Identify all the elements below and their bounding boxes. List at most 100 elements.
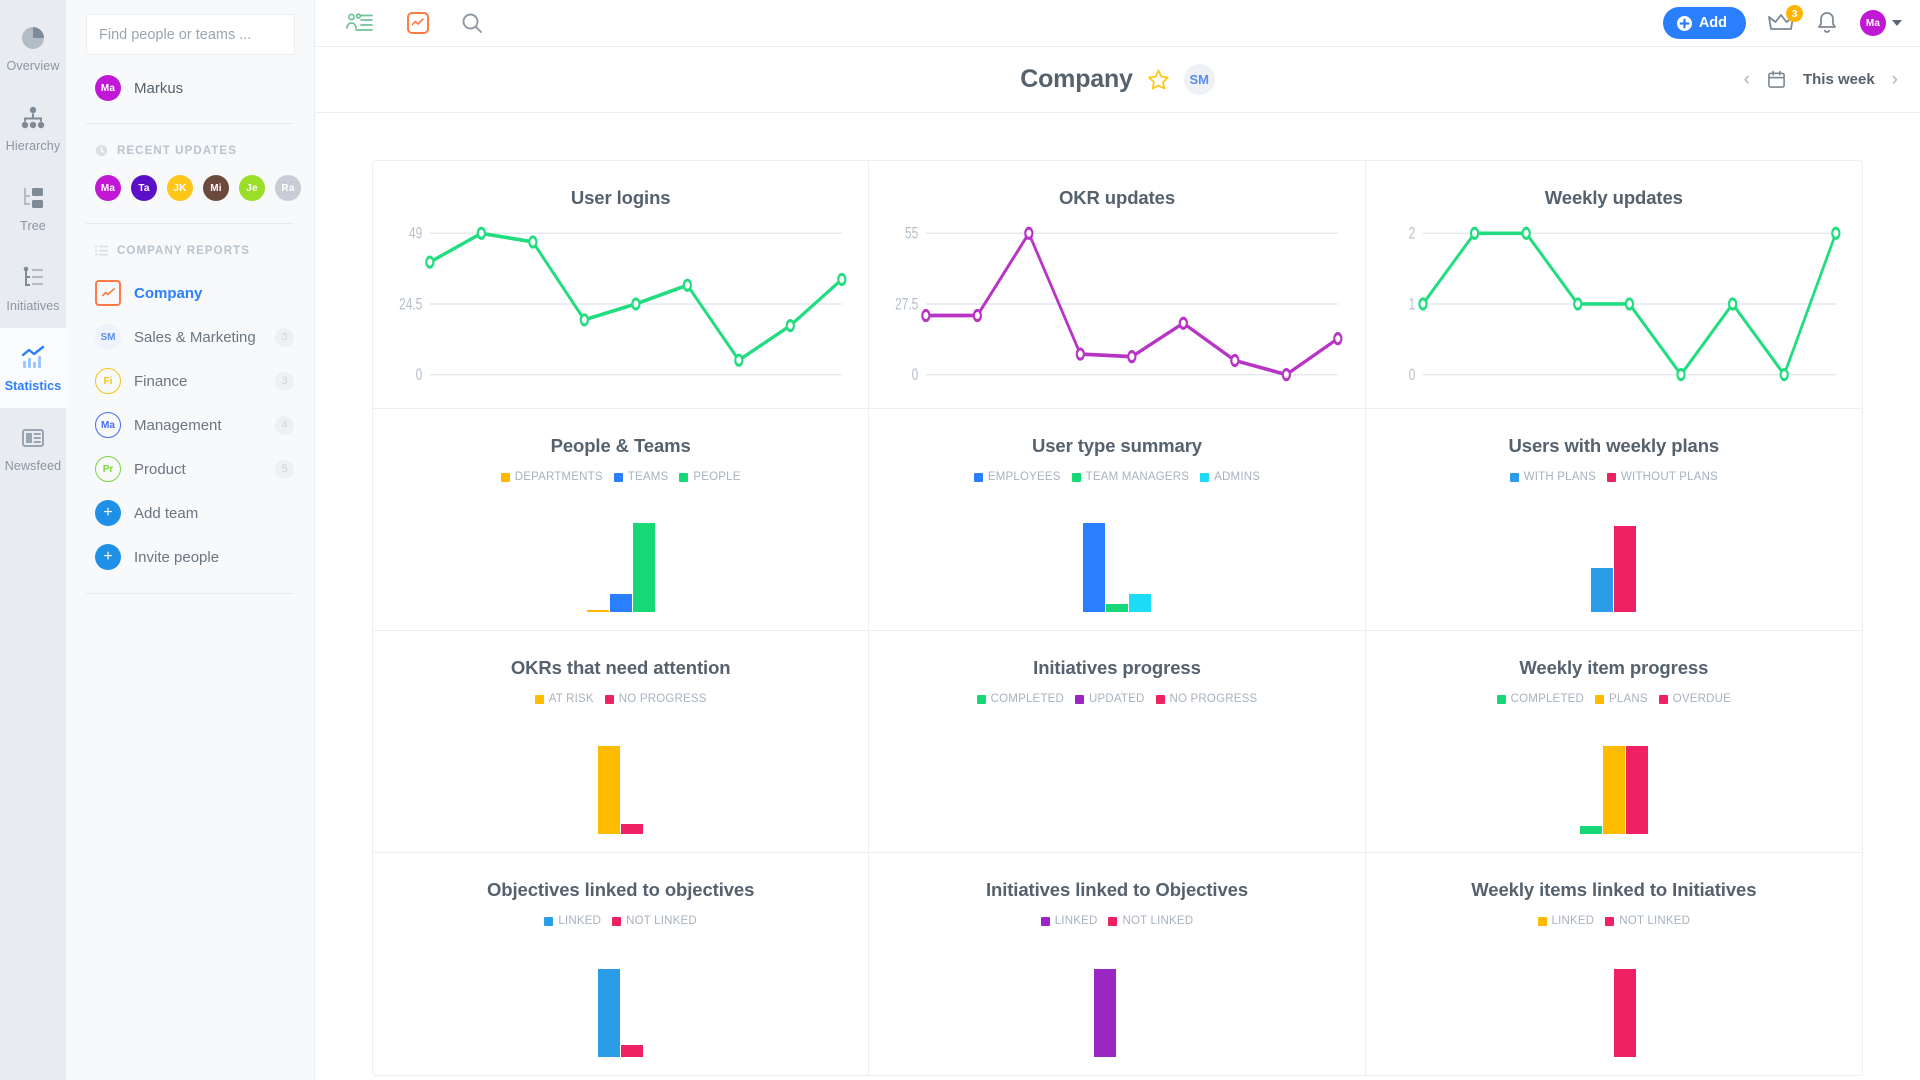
chart-title: OKR updates	[1058, 187, 1176, 208]
data-point[interactable]	[1024, 226, 1034, 240]
report-item-finance[interactable]: Fi Finance 3	[86, 359, 294, 403]
bar[interactable]	[1128, 594, 1151, 612]
legend-item: LINKED	[1040, 915, 1098, 927]
bar[interactable]	[1082, 523, 1105, 612]
bar[interactable]	[1094, 969, 1117, 1057]
data-point[interactable]	[837, 272, 847, 287]
avatar[interactable]: SM	[1183, 64, 1215, 95]
avatar[interactable]: Mi	[203, 175, 229, 201]
data-point[interactable]	[1076, 347, 1086, 361]
bar[interactable]	[598, 746, 621, 834]
star-icon[interactable]	[1146, 68, 1171, 92]
rail-item-newsfeed[interactable]: Newsfeed	[0, 408, 66, 488]
dashboard-scroll[interactable]: User logins 0 24.5 49 OKR updates 0 27.5 55 Week…	[315, 113, 1920, 1080]
y-axis-tick: 0	[416, 366, 423, 384]
bar[interactable]	[1602, 746, 1625, 834]
data-point[interactable]	[785, 318, 795, 333]
rail-item-tree[interactable]: Tree	[0, 168, 66, 248]
bar[interactable]	[1591, 568, 1614, 612]
bar[interactable]	[621, 824, 644, 834]
avatar[interactable]: Ta	[131, 175, 157, 201]
data-point[interactable]	[1572, 297, 1583, 311]
calendar-icon[interactable]	[1767, 70, 1786, 89]
notifications-bell-icon[interactable]	[1816, 11, 1838, 35]
data-point[interactable]	[631, 297, 641, 311]
sidebar: Find people or teams ... Ma Markus RECEN…	[66, 0, 315, 1080]
data-point[interactable]	[1469, 226, 1479, 240]
legend-swatch	[973, 472, 983, 482]
legend-item: NOT LINKED	[612, 915, 697, 927]
avatar[interactable]: Ra	[275, 175, 301, 201]
bar[interactable]	[1625, 746, 1648, 834]
add-team-button[interactable]: + Add team	[86, 491, 294, 535]
report-item-product[interactable]: Pr Product 5	[86, 447, 294, 491]
bar[interactable]	[586, 610, 609, 612]
data-point[interactable]	[682, 278, 692, 292]
avatar[interactable]: Je	[239, 175, 265, 201]
data-point[interactable]	[1281, 368, 1292, 382]
bar[interactable]	[1579, 826, 1602, 834]
data-point[interactable]	[528, 235, 538, 249]
search-input[interactable]: Find people or teams ...	[86, 14, 295, 55]
legend-label: TEAMS	[627, 471, 669, 483]
invite-people-button[interactable]: + Invite people	[86, 535, 294, 579]
chart-title: Weekly item progress	[1519, 657, 1709, 678]
report-item-company[interactable]: Company	[86, 271, 294, 315]
bar[interactable]	[609, 594, 632, 612]
data-point[interactable]	[476, 226, 487, 240]
avatar[interactable]: JK	[167, 175, 193, 201]
data-point[interactable]	[1675, 368, 1686, 382]
avatar[interactable]: Ma	[95, 175, 121, 201]
y-axis-tick: 55	[905, 225, 918, 243]
legend-item: UPDATED	[1075, 693, 1145, 705]
user-menu[interactable]: Ma	[1860, 10, 1902, 36]
rail-item-initiatives[interactable]: Initiatives	[0, 248, 66, 328]
data-point[interactable]	[1179, 316, 1189, 330]
data-point[interactable]	[1127, 350, 1137, 364]
bar[interactable]	[598, 969, 621, 1057]
rail-item-statistics[interactable]: Statistics	[0, 328, 66, 408]
data-point[interactable]	[1521, 226, 1531, 240]
bar[interactable]	[632, 523, 655, 612]
sidebar-actions: + Add team + Invite people	[86, 491, 294, 579]
search-icon[interactable]	[461, 12, 483, 34]
data-point[interactable]	[921, 308, 931, 323]
chart-card: Weekly updates 0 1 2	[1365, 161, 1862, 409]
rail-item-overview[interactable]: Overview	[0, 8, 66, 88]
data-point[interactable]	[1624, 297, 1634, 311]
data-point[interactable]	[1417, 297, 1428, 311]
bar[interactable]	[1614, 526, 1637, 612]
data-point[interactable]	[1727, 297, 1737, 311]
legend-label: NOT LINKED	[1619, 915, 1691, 927]
data-point[interactable]	[973, 308, 983, 323]
legend-swatch	[534, 694, 544, 704]
bar[interactable]	[1105, 604, 1128, 612]
current-user-row[interactable]: Ma Markus	[86, 55, 294, 123]
data-point[interactable]	[734, 353, 744, 367]
line-chart: 0 24.5 49	[393, 221, 848, 390]
data-point[interactable]	[1830, 226, 1841, 240]
legend-label: UPDATED	[1089, 693, 1145, 705]
report-square-icon[interactable]	[407, 12, 429, 34]
bar[interactable]	[1614, 969, 1637, 1057]
bar-group	[598, 965, 644, 1057]
prev-period-button[interactable]: ‹	[1744, 70, 1750, 89]
chart-card: OKR updates 0 27.5 55	[869, 161, 1366, 409]
next-period-button[interactable]: ›	[1892, 70, 1898, 89]
data-point[interactable]	[579, 313, 590, 327]
legend-label: LINKED	[1551, 915, 1595, 927]
report-item-sales-marketing[interactable]: SM Sales & Marketing 3	[86, 315, 294, 359]
date-range-label[interactable]: This week	[1803, 71, 1875, 88]
data-point[interactable]	[1333, 332, 1343, 346]
app-root: Overview Hierarchy Tree Initiatives Statisti…	[0, 0, 1920, 1080]
data-point[interactable]	[425, 255, 435, 269]
data-point[interactable]	[1230, 353, 1240, 368]
report-item-management[interactable]: Ma Management 4	[86, 403, 294, 447]
rail-item-hierarchy[interactable]: Hierarchy	[0, 88, 66, 168]
add-button[interactable]: Add	[1662, 7, 1746, 39]
chart-card: Weekly item progress COMPLETED PLANS OVERDU…	[1365, 631, 1862, 853]
people-list-icon[interactable]	[345, 12, 375, 34]
crown-button[interactable]: 3	[1768, 5, 1803, 34]
data-point[interactable]	[1779, 368, 1789, 382]
bar[interactable]	[621, 1045, 644, 1057]
